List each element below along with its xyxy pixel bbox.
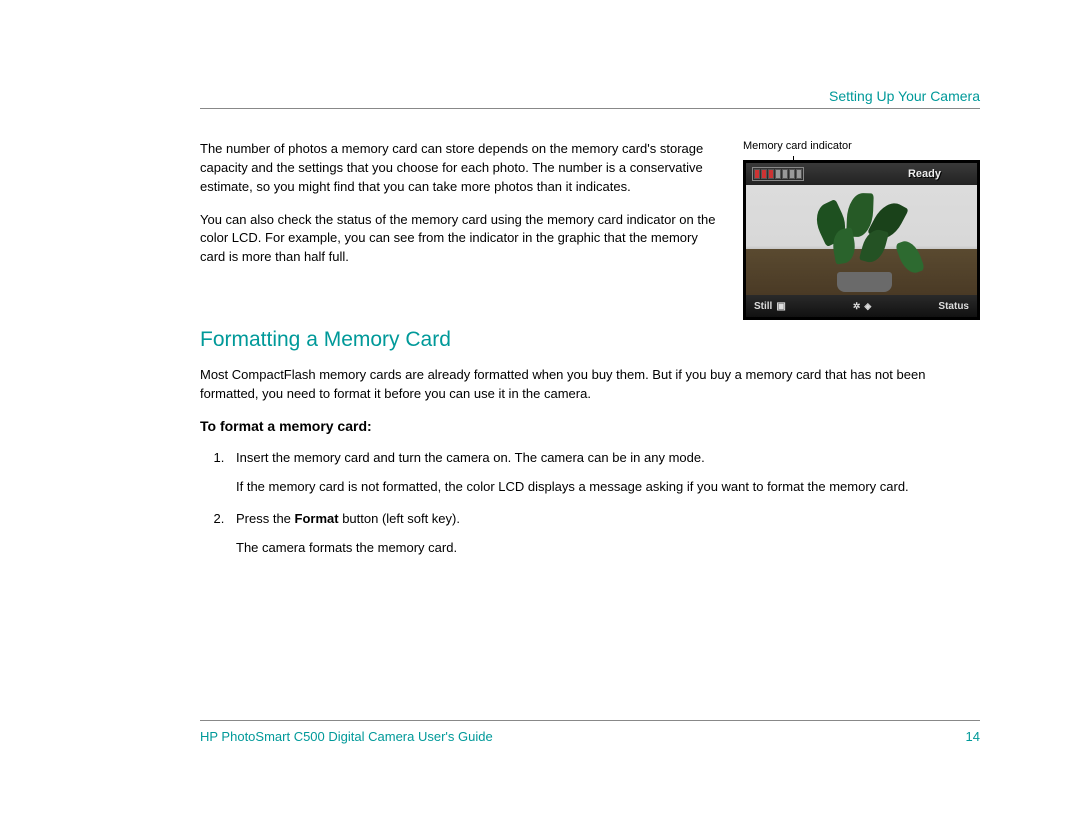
lcd-top-bar: Ready — [746, 163, 977, 185]
right-soft-label: Status — [938, 301, 969, 312]
step-1-text: Insert the memory card and turn the came… — [236, 450, 705, 465]
lcd-preview — [746, 185, 977, 295]
header-rule — [200, 108, 980, 109]
flower-icon: ✲ — [853, 301, 861, 312]
right-soft-key: Status — [938, 301, 969, 312]
footer: HP PhotoSmart C500 Digital Camera User's… — [200, 720, 980, 744]
page-number: 14 — [966, 729, 980, 744]
figure: Memory card indicator — [743, 140, 980, 320]
figure-caption: Memory card indicator — [743, 140, 980, 152]
step-2-sub: The camera formats the memory card. — [236, 538, 980, 558]
figure-caption-text: Memory card indicator — [743, 140, 852, 152]
intro-paragraph-1: The number of photos a memory card can s… — [200, 140, 718, 197]
section-heading: Formatting a Memory Card — [200, 328, 980, 352]
step-2-post: button (left soft key). — [339, 511, 460, 526]
intro-paragraph-2: You can also check the status of the mem… — [200, 211, 718, 268]
format-button-label: Format — [295, 511, 339, 526]
left-soft-key: Still ▣ — [754, 301, 786, 312]
ready-label: Ready — [908, 168, 941, 180]
header-section: Setting Up Your Camera — [829, 88, 980, 104]
step-1-sub: If the memory card is not formatted, the… — [236, 477, 980, 497]
step-1: Insert the memory card and turn the came… — [228, 448, 980, 497]
mode-icons: ✲ ◈ — [853, 301, 871, 312]
procedure-list: Insert the memory card and turn the came… — [200, 448, 980, 558]
flash-icon: ◈ — [864, 301, 871, 312]
lcd-screen: Ready — [743, 160, 980, 320]
memory-indicator — [752, 167, 804, 181]
lcd-bottom-bar: Still ▣ ✲ ◈ Status — [746, 295, 977, 317]
footer-title: HP PhotoSmart C500 Digital Camera User's… — [200, 729, 493, 744]
step-2-pre: Press the — [236, 511, 295, 526]
camera-icon: ▣ — [776, 301, 785, 312]
step-2: Press the Format button (left soft key).… — [228, 509, 980, 558]
procedure-heading: To format a memory card: — [200, 418, 980, 434]
step-2-text: Press the Format button (left soft key). — [236, 511, 460, 526]
section-intro: Most CompactFlash memory cards are alrea… — [200, 366, 980, 404]
left-soft-label: Still — [754, 301, 772, 312]
